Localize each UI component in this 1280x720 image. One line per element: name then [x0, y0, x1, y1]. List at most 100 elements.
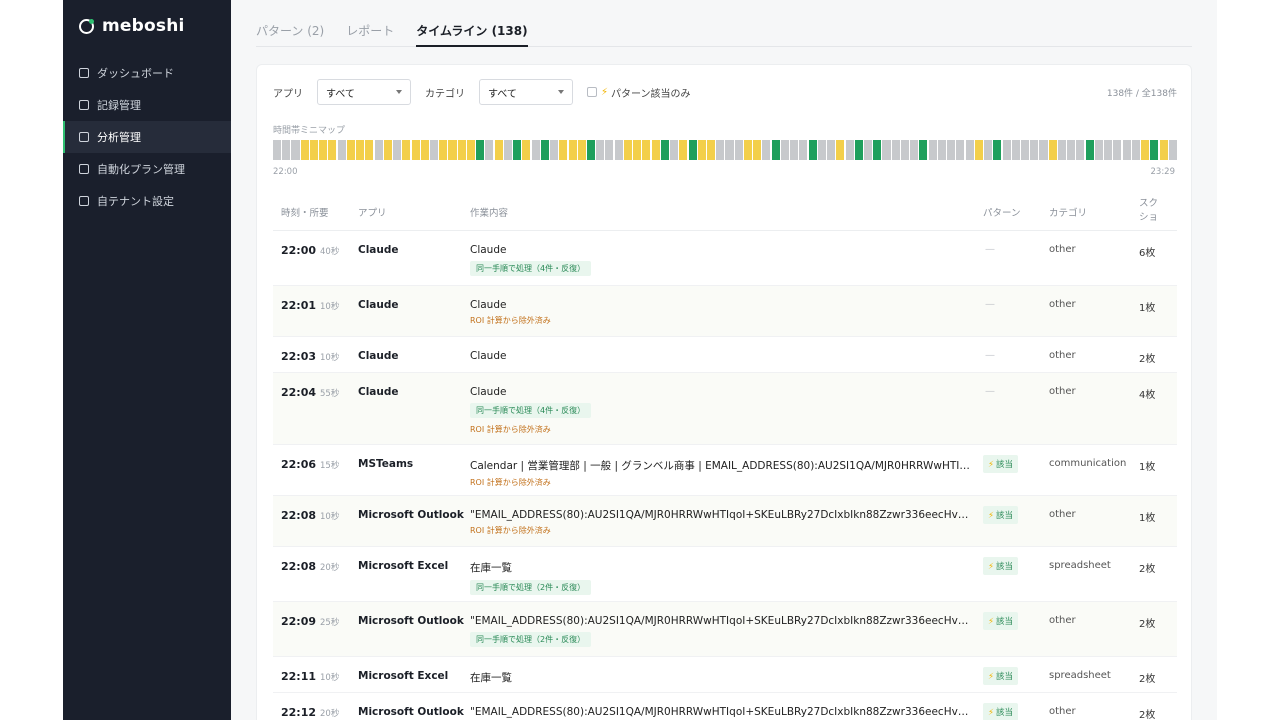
header-time[interactable]: 時刻・所要: [281, 205, 329, 219]
minimap-segment[interactable]: [559, 140, 568, 160]
minimap-segment[interactable]: [1085, 140, 1094, 160]
minimap-segment[interactable]: [697, 140, 706, 160]
minimap-segment[interactable]: [365, 140, 374, 160]
minimap-segment[interactable]: [402, 140, 411, 160]
minimap-segment[interactable]: [494, 140, 503, 160]
minimap-segment[interactable]: [337, 140, 346, 160]
minimap-segment[interactable]: [1150, 140, 1159, 160]
minimap-segment[interactable]: [956, 140, 965, 160]
table-row[interactable]: 22:09 25秒 Microsoft Outlook "EMAIL_ADDRESS(…: [273, 602, 1177, 657]
minimap-segment[interactable]: [522, 140, 531, 160]
minimap-segment[interactable]: [679, 140, 688, 160]
minimap-segment[interactable]: [1067, 140, 1076, 160]
sidebar-item-0[interactable]: ダッシュボード: [63, 57, 231, 89]
row-screenshots[interactable]: 2枚: [1139, 560, 1155, 575]
table-row[interactable]: 22:08 20秒 Microsoft Excel 在庫一覧 同一手順で処理（2件・反復…: [273, 547, 1177, 602]
minimap-segment[interactable]: [411, 140, 420, 160]
minimap-segment[interactable]: [1039, 140, 1048, 160]
minimap-segment[interactable]: [827, 140, 836, 160]
table-row[interactable]: 22:01 10秒 Claude Claude ROI 計算から除外済み — other 1枚: [273, 286, 1177, 337]
minimap-segment[interactable]: [660, 140, 669, 160]
minimap-segment[interactable]: [1057, 140, 1066, 160]
minimap-segment[interactable]: [476, 140, 485, 160]
minimap-segment[interactable]: [623, 140, 632, 160]
app-filter-select[interactable]: すべて: [317, 79, 411, 105]
category-filter-select[interactable]: すべて: [479, 79, 573, 105]
minimap-segment[interactable]: [383, 140, 392, 160]
row-screenshots[interactable]: 1枚: [1139, 509, 1155, 524]
minimap-segment[interactable]: [642, 140, 651, 160]
pattern-badge[interactable]: ⚡ 該当: [983, 455, 1018, 473]
minimap-segment[interactable]: [319, 140, 328, 160]
minimap-segment[interactable]: [753, 140, 762, 160]
minimap-segment[interactable]: [984, 140, 993, 160]
header-category[interactable]: カテゴリ: [1049, 205, 1087, 219]
minimap-segment[interactable]: [688, 140, 697, 160]
tab-1[interactable]: レポート: [346, 12, 394, 47]
minimap-segment[interactable]: [568, 140, 577, 160]
table-row[interactable]: 22:08 10秒 Microsoft Outlook "EMAIL_ADDRESS(…: [273, 496, 1177, 547]
minimap-segment[interactable]: [300, 140, 309, 160]
minimap-segment[interactable]: [1168, 140, 1177, 160]
row-screenshots[interactable]: 2枚: [1139, 350, 1155, 365]
row-screenshots[interactable]: 2枚: [1139, 706, 1155, 720]
header-shots[interactable]: スクショ: [1139, 197, 1167, 225]
minimap-segment[interactable]: [466, 140, 475, 160]
minimap-segment[interactable]: [1159, 140, 1168, 160]
header-work[interactable]: 作業内容: [470, 205, 508, 219]
minimap-segment[interactable]: [836, 140, 845, 160]
table-row[interactable]: 22:06 15秒 MSTeams Calendar | 営業管理部 | 一般 | グ…: [273, 445, 1177, 496]
minimap-segment[interactable]: [393, 140, 402, 160]
pattern-badge[interactable]: ⚡ 該当: [983, 506, 1018, 524]
minimap-segment[interactable]: [974, 140, 983, 160]
row-screenshots[interactable]: 2枚: [1139, 615, 1155, 630]
minimap-segment[interactable]: [707, 140, 716, 160]
minimap-segment[interactable]: [1104, 140, 1113, 160]
minimap-segment[interactable]: [743, 140, 752, 160]
minimap-segment[interactable]: [882, 140, 891, 160]
minimap-segment[interactable]: [513, 140, 522, 160]
minimap-segment[interactable]: [873, 140, 882, 160]
minimap-segment[interactable]: [346, 140, 355, 160]
minimap-segment[interactable]: [900, 140, 909, 160]
minimap-segment[interactable]: [651, 140, 660, 160]
minimap-segment[interactable]: [448, 140, 457, 160]
sidebar-item-4[interactable]: 自テナント設定: [63, 185, 231, 217]
sidebar-item-1[interactable]: 記録管理: [63, 89, 231, 121]
minimap-segment[interactable]: [429, 140, 439, 160]
minimap-segment[interactable]: [605, 140, 614, 160]
minimap-segment[interactable]: [1048, 140, 1057, 160]
minimap-segment[interactable]: [273, 140, 282, 160]
table-row[interactable]: 22:12 20秒 Microsoft Outlook "EMAIL_ADDRESS(…: [273, 693, 1177, 720]
table-row[interactable]: 22:03 10秒 Claude Claude — other 2枚: [273, 337, 1177, 373]
minimap-segment[interactable]: [1122, 140, 1131, 160]
minimap-segment[interactable]: [993, 140, 1002, 160]
minimap-segment[interactable]: [771, 140, 780, 160]
minimap-segment[interactable]: [790, 140, 799, 160]
row-screenshots[interactable]: 2枚: [1139, 670, 1155, 685]
minimap-segment[interactable]: [1113, 140, 1122, 160]
minimap-segment[interactable]: [596, 140, 605, 160]
minimap-segment[interactable]: [762, 140, 771, 160]
row-screenshots[interactable]: 6枚: [1139, 244, 1155, 259]
minimap-segment[interactable]: [937, 140, 946, 160]
tab-0[interactable]: パターン (2): [256, 12, 324, 47]
minimap-segment[interactable]: [531, 140, 540, 160]
minimap-segment[interactable]: [845, 140, 854, 160]
minimap-segment[interactable]: [356, 140, 365, 160]
tab-2[interactable]: タイムライン (138): [416, 12, 528, 47]
minimap-segment[interactable]: [1076, 140, 1085, 160]
minimap-segment[interactable]: [420, 140, 429, 160]
minimap-segment[interactable]: [309, 140, 318, 160]
pattern-badge[interactable]: ⚡ 該当: [983, 703, 1018, 720]
minimap-segment[interactable]: [1030, 140, 1039, 160]
sidebar-item-3[interactable]: 自動化プラン管理: [63, 153, 231, 185]
minimap-segment[interactable]: [808, 140, 817, 160]
minimap-segment[interactable]: [540, 140, 549, 160]
minimap-segment[interactable]: [854, 140, 863, 160]
minimap-segment[interactable]: [928, 140, 937, 160]
table-row[interactable]: 22:00 40秒 Claude Claude 同一手順で処理（4件・反復） — other…: [273, 231, 1177, 286]
minimap-segment[interactable]: [965, 140, 974, 160]
row-screenshots[interactable]: 1枚: [1139, 299, 1155, 314]
minimap-segment[interactable]: [550, 140, 559, 160]
